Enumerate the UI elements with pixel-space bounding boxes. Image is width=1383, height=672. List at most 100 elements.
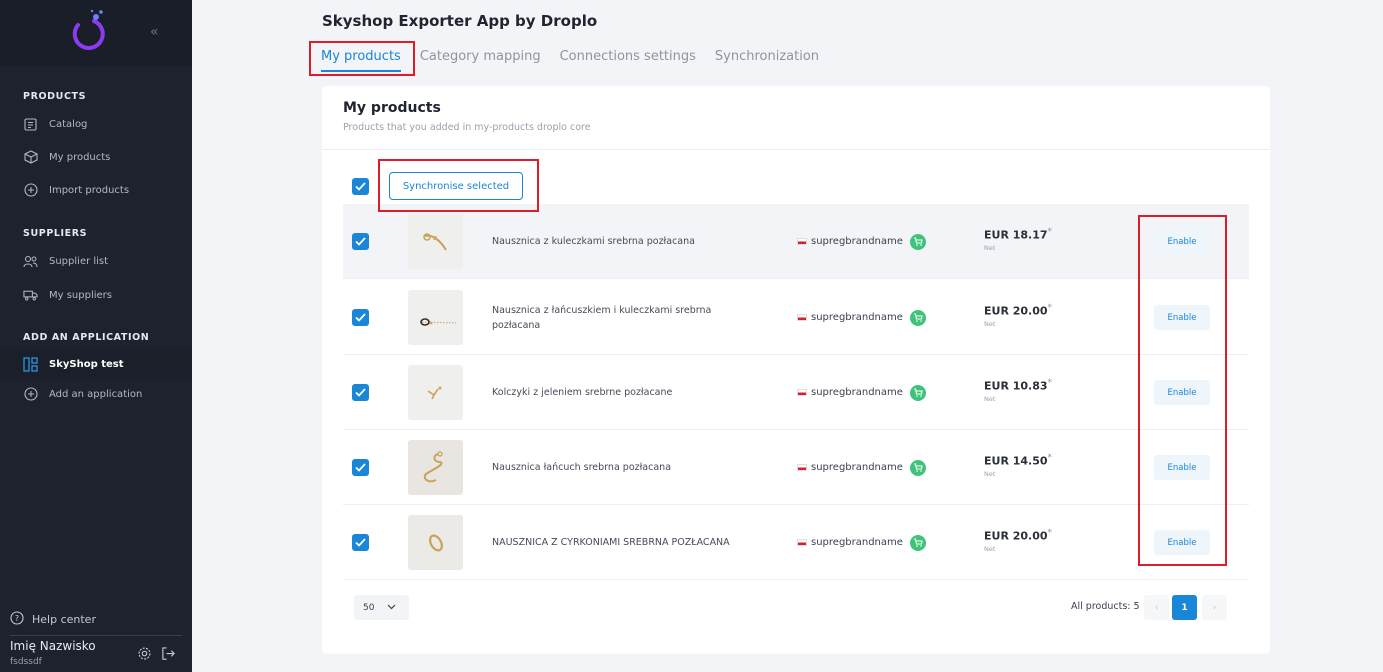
- enable-button[interactable]: Enable: [1154, 455, 1210, 480]
- collapse-sidebar-icon[interactable]: «: [150, 22, 159, 42]
- brand-name: supregbrandname: [811, 236, 903, 247]
- cart-icon: [909, 309, 926, 326]
- product-price: EUR 20.00*: [984, 303, 1053, 318]
- user-actions: [137, 646, 176, 665]
- check-icon: [355, 313, 366, 322]
- price-net-label: Net: [984, 470, 996, 478]
- poland-flag-icon: [797, 314, 807, 321]
- help-icon: ?: [10, 611, 24, 628]
- poland-flag-icon: [797, 389, 807, 396]
- droplo-logo-icon[interactable]: [68, 8, 108, 54]
- row-checkbox[interactable]: [352, 534, 369, 551]
- row-checkbox[interactable]: [352, 384, 369, 401]
- product-thumbnail[interactable]: [408, 214, 463, 269]
- user-name: Imię Nazwisko: [10, 639, 96, 653]
- price-net-label: Net: [984, 395, 996, 403]
- tab-connections-settings[interactable]: Connections settings: [560, 46, 696, 72]
- product-thumbnail[interactable]: [408, 365, 463, 420]
- product-brand: supregbrandname: [797, 505, 926, 580]
- cart-icon: [909, 233, 926, 250]
- sidebar-item-add-application[interactable]: Add an application: [0, 379, 192, 409]
- product-name[interactable]: Kolczyki z jeleniem srebrne pozłacane: [492, 355, 742, 430]
- tab-my-products[interactable]: My products: [321, 46, 401, 72]
- product-row: Kolczyki z jeleniem srebrne pozłacane su…: [343, 355, 1249, 430]
- sidebar-item-label: Catalog: [49, 118, 88, 130]
- enable-button[interactable]: Enable: [1154, 380, 1210, 405]
- help-center-link[interactable]: ? Help center: [10, 611, 96, 628]
- card-subtitle: Products that you added in my-products d…: [343, 122, 591, 133]
- check-icon: [355, 463, 366, 472]
- product-name[interactable]: Nausznica łańcuch srebrna pozłacana: [492, 430, 742, 505]
- product-name[interactable]: Nausznica z kuleczkami srebrna pozłacana: [492, 204, 742, 279]
- pagination-next-button[interactable]: ›: [1202, 595, 1227, 620]
- product-price: EUR 14.50*: [984, 453, 1053, 468]
- check-icon: [355, 237, 366, 246]
- product-price: EUR 10.83*: [984, 378, 1053, 393]
- synchronise-selected-button[interactable]: Synchronise selected: [389, 172, 523, 200]
- enable-button[interactable]: Enable: [1154, 530, 1210, 555]
- enable-button[interactable]: Enable: [1154, 229, 1210, 254]
- select-all-checkbox[interactable]: [352, 178, 369, 195]
- sidebar-item-catalog[interactable]: Catalog: [0, 109, 192, 139]
- sidebar: « PRODUCTS Catalog My products Import pr…: [0, 0, 192, 672]
- sidebar-item-my-products[interactable]: My products: [0, 142, 192, 172]
- product-thumbnail[interactable]: [408, 290, 463, 345]
- apps-icon: [23, 356, 38, 372]
- per-page-value: 50: [363, 602, 375, 613]
- logout-icon[interactable]: [161, 646, 176, 665]
- product-brand: supregbrandname: [797, 280, 926, 355]
- row-checkbox[interactable]: [352, 309, 369, 326]
- help-center-label: Help center: [32, 613, 96, 626]
- cart-icon: [909, 459, 926, 476]
- price-net-label: Net: [984, 244, 996, 252]
- product-price: EUR 18.17*: [984, 227, 1053, 242]
- cart-icon: [909, 534, 926, 551]
- sidebar-item-label: Supplier list: [49, 255, 109, 267]
- pagination-prev-button[interactable]: ‹: [1144, 595, 1169, 620]
- poland-flag-icon: [797, 238, 807, 245]
- product-price: EUR 20.00*: [984, 528, 1053, 543]
- chevron-left-icon: ‹: [1154, 602, 1159, 613]
- catalog-icon: [23, 117, 38, 132]
- tab-category-mapping[interactable]: Category mapping: [420, 46, 541, 72]
- cart-icon: [909, 384, 926, 401]
- price-net-label: Net: [984, 545, 996, 553]
- product-name[interactable]: Nausznica z łańcuszkiem i kuleczkami sre…: [492, 280, 742, 355]
- tab-synchronization[interactable]: Synchronization: [715, 46, 819, 72]
- truck-icon: [23, 288, 38, 303]
- all-products-count: All products: 5: [1071, 601, 1140, 612]
- sidebar-item-skyshop-test[interactable]: SkyShop test: [0, 349, 192, 379]
- logo-area: «: [0, 0, 192, 66]
- poland-flag-icon: [797, 539, 807, 546]
- plus-circle-icon: [23, 387, 38, 402]
- pagination-page-1[interactable]: 1: [1172, 595, 1197, 620]
- svg-text:?: ?: [15, 614, 19, 623]
- sidebar-item-label: Add an application: [49, 388, 143, 400]
- brand-name: supregbrandname: [811, 462, 903, 473]
- check-icon: [355, 182, 366, 191]
- sidebar-item-my-suppliers[interactable]: My suppliers: [0, 280, 192, 310]
- plus-circle-icon: [23, 183, 38, 198]
- per-page-select[interactable]: 50: [354, 595, 409, 620]
- product-row: Nausznica z kuleczkami srebrna pozłacana…: [343, 204, 1249, 279]
- product-thumbnail[interactable]: [408, 440, 463, 495]
- check-icon: [355, 388, 366, 397]
- enable-button[interactable]: Enable: [1154, 305, 1210, 330]
- row-checkbox[interactable]: [352, 233, 369, 250]
- chevron-right-icon: ›: [1212, 602, 1217, 613]
- brand-name: supregbrandname: [811, 312, 903, 323]
- product-thumbnail[interactable]: [408, 515, 463, 570]
- tab-bar: My products Category mapping Connections…: [321, 46, 838, 72]
- poland-flag-icon: [797, 464, 807, 471]
- sidebar-item-import-products[interactable]: Import products: [0, 175, 192, 205]
- product-name[interactable]: NAUSZNICA Z CYRKONIAMI SREBRNA POZŁACANA: [492, 505, 742, 580]
- product-brand: supregbrandname: [797, 204, 926, 279]
- row-checkbox[interactable]: [352, 459, 369, 476]
- check-icon: [355, 538, 366, 547]
- sidebar-item-supplier-list[interactable]: Supplier list: [0, 246, 192, 276]
- sidebar-item-label: My products: [49, 151, 111, 163]
- settings-gear-icon[interactable]: [137, 646, 152, 665]
- product-brand: supregbrandname: [797, 355, 926, 430]
- products-card: My products Products that you added in m…: [322, 86, 1270, 654]
- section-title-products: PRODUCTS: [23, 91, 87, 102]
